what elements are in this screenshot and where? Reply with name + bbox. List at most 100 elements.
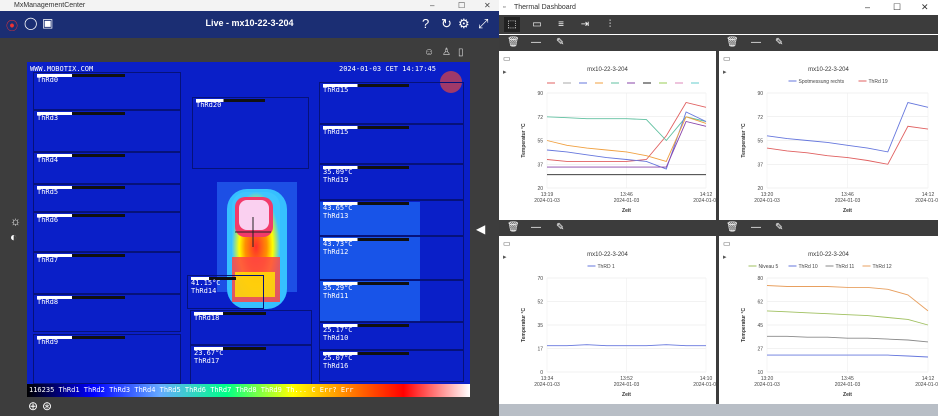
trash-icon[interactable]: 🗑	[507, 36, 520, 50]
roi-box[interactable]: ThRd9	[33, 334, 181, 384]
roi-label: ThRd0	[37, 76, 59, 84]
roi-label: ThRd4	[37, 156, 59, 164]
user-icon[interactable]: ♙	[442, 47, 451, 58]
y-tick-label: 55	[757, 139, 763, 145]
zoom-in-icon[interactable]: ⊕	[28, 399, 38, 413]
roi-box[interactable]: 43.73°C ThRd12	[319, 236, 464, 280]
camera-small-icon[interactable]: ▭	[723, 239, 731, 248]
roi-box[interactable]: ThRd7	[33, 252, 181, 294]
x-tick-label: 2024-01-03	[915, 382, 938, 388]
play-icon[interactable]: ▸	[723, 253, 727, 261]
contrast-icon[interactable]: ◐	[10, 230, 17, 244]
trash-icon[interactable]: 🗑	[726, 36, 739, 50]
roi-value: 35.29°C	[323, 284, 353, 292]
roi-box[interactable]: ThRd4	[33, 152, 181, 184]
roi-box[interactable]: ThRd18	[190, 310, 312, 345]
camera-small-icon[interactable]: ▭	[503, 54, 511, 63]
roi-box[interactable]: 25.07°C ThRd16	[319, 350, 464, 382]
minus-icon[interactable]: —	[531, 36, 541, 50]
legend-label: ThRd 19	[869, 79, 888, 85]
chart-title: mx10-22-3-204	[587, 252, 628, 258]
roi-value: 43.73°C	[323, 240, 353, 248]
screen-icon[interactable]: ▭	[529, 17, 545, 32]
roi-box[interactable]: ThRd15	[319, 124, 464, 164]
roi-box[interactable]: 41.15°C ThRd14	[187, 275, 264, 309]
play-icon[interactable]: ▸	[503, 253, 507, 261]
palette-legend-text: 116235 ThRd1 ThRd2 ThRd3 ThRd4 ThRd5 ThR…	[29, 386, 354, 394]
roi-box[interactable]: ThRd6	[33, 212, 181, 252]
roi-label: ThRd13	[323, 212, 349, 220]
minus-icon[interactable]: —	[751, 36, 761, 50]
roi-box[interactable]: 23.67°C ThRd17	[190, 345, 312, 387]
line-chart-4: mx10-22-3-204 Niveau 5 ThRd 10 ThRd 11 ThRd …	[741, 252, 938, 398]
edit-icon[interactable]: ✎	[775, 221, 783, 235]
roi-box[interactable]: 35.09°C ThRd19	[319, 164, 464, 200]
minus-icon[interactable]: —	[751, 221, 761, 235]
trash-icon[interactable]: 🗑	[726, 221, 739, 235]
camera-view-icon[interactable]: ⬚	[504, 17, 520, 32]
left-titlebar: MxManagementCenter – ☐ ✕	[0, 0, 499, 11]
roi-value: 43.65°C	[323, 204, 353, 212]
roi-value: 25.17°C	[323, 326, 353, 334]
roi-box[interactable]: ThRd0	[33, 72, 181, 110]
y-tick-label: 62	[757, 300, 763, 306]
legend-label: ThRd 11	[836, 264, 855, 270]
minimize-button[interactable]: –	[865, 0, 870, 15]
x-axis-label: Zeit	[622, 208, 631, 214]
roi-label: ThRd12	[323, 248, 349, 256]
camera-small-icon[interactable]: ▭	[723, 54, 731, 63]
trash-icon[interactable]: 🗑	[507, 221, 520, 235]
x-tick-label: 2024-01-03	[915, 198, 938, 204]
edit-icon[interactable]: ✎	[556, 221, 564, 235]
settings-icon[interactable]: ⚙	[458, 16, 470, 32]
crosshair-icon	[235, 217, 271, 247]
chart-panel-2: ▭ ▸ mx10-22-3-204 Spotmessung rechts ThRd …	[719, 51, 938, 220]
y-tick-label: 35	[537, 323, 543, 329]
roi-label: ThRd9	[37, 338, 59, 346]
close-button[interactable]: ✕	[484, 0, 491, 11]
chart-icon[interactable]: ⫶	[602, 17, 618, 32]
x-tick-label: 2024-01-03	[614, 382, 640, 388]
refresh-icon[interactable]: ↻	[441, 16, 452, 32]
chart-title: mx10-22-3-204	[587, 67, 628, 73]
speaker-icon[interactable]: ◀	[476, 222, 485, 236]
roi-label: ThRd8	[37, 298, 59, 306]
x-axis-label: Zeit	[843, 208, 852, 214]
edit-icon[interactable]: ✎	[775, 36, 783, 50]
roi-label: ThRd10	[323, 334, 349, 342]
person-icon[interactable]: ☺	[424, 47, 434, 58]
thermal-camera-image[interactable]: WWW.MOBOTIX.COM 2024-01-03 CET 14:17:45 …	[27, 62, 470, 397]
minus-icon[interactable]: —	[531, 221, 541, 235]
help-icon[interactable]: ?	[422, 16, 429, 31]
brightness-icon[interactable]: ☼	[10, 214, 21, 228]
y-axis-label: Temperatur °C	[521, 308, 527, 343]
ptz-icon[interactable]: ⊛	[42, 399, 52, 413]
legend-label: ThRD 1	[598, 264, 615, 270]
phone-icon[interactable]: ▯	[458, 47, 464, 58]
close-button[interactable]: ✕	[921, 0, 929, 15]
line-chart-3: mx10-22-3-204ThRD 170523517013:342024-01…	[521, 252, 719, 398]
roi-box[interactable]: ThRd5	[33, 184, 181, 212]
fullscreen-icon[interactable]: ⤢	[478, 16, 488, 32]
export-icon[interactable]: ⇥	[577, 17, 593, 32]
camera-small-icon[interactable]: ▭	[503, 239, 511, 248]
maximize-button[interactable]: ☐	[893, 0, 901, 15]
x-tick-label: 2024-01-03	[534, 198, 560, 204]
maximize-button[interactable]: ☐	[458, 0, 465, 11]
list-icon[interactable]: ≡	[553, 17, 569, 32]
roi-label: ThRd14	[191, 287, 217, 295]
roi-box[interactable]: ThRd3	[33, 110, 181, 152]
y-tick-label: 52	[537, 300, 543, 306]
right-titlebar: ▫ Thermal Dashboard – ☐ ✕	[499, 0, 938, 16]
roi-box[interactable]: 43.65°C ThRd13	[319, 200, 464, 236]
roi-box[interactable]: 35.29°C ThRd11	[319, 280, 464, 322]
minimize-button[interactable]: –	[430, 0, 434, 11]
play-icon[interactable]: ▸	[723, 68, 727, 76]
play-icon[interactable]: ▸	[503, 68, 507, 76]
roi-box[interactable]: ThRd15	[319, 82, 464, 124]
roi-box[interactable]: 25.17°C ThRd10	[319, 322, 464, 350]
edit-icon[interactable]: ✎	[556, 36, 564, 50]
roi-box[interactable]: ThRd8	[33, 294, 181, 332]
roi-box[interactable]: ThRd20	[192, 97, 309, 169]
y-tick-label: 37	[757, 162, 763, 168]
